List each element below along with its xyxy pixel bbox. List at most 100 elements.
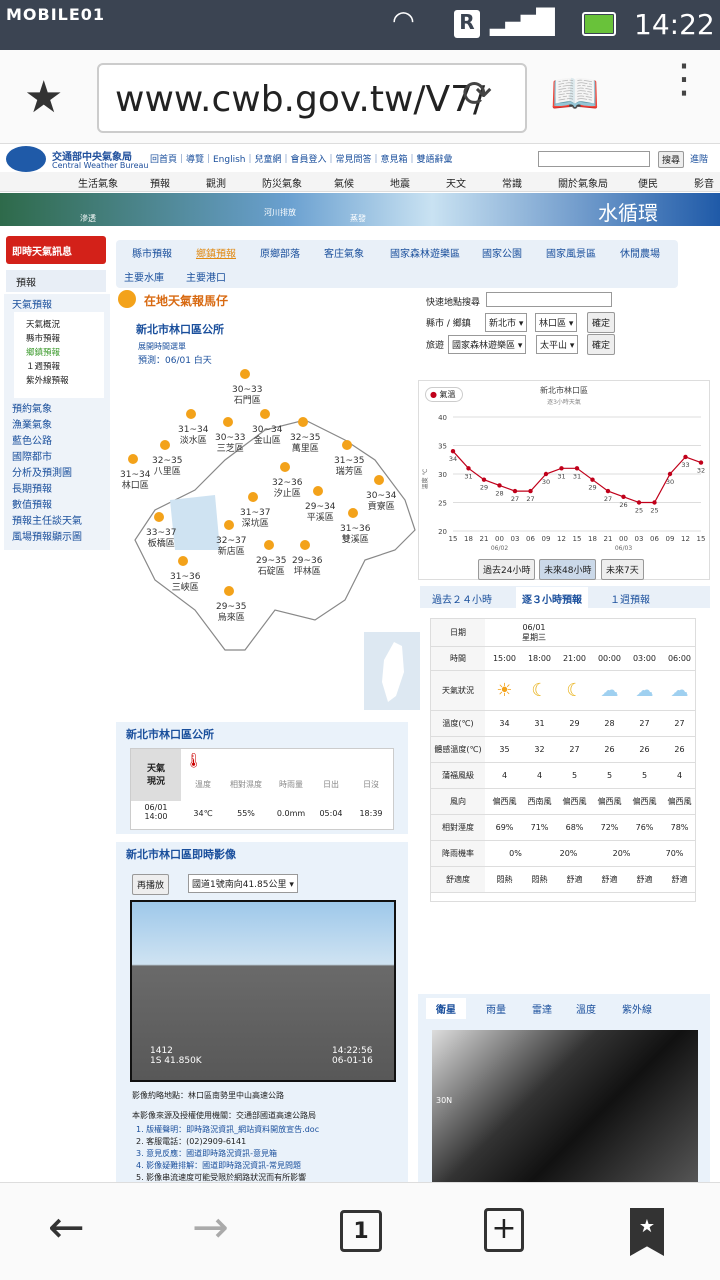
replay-button[interactable]: 再播放 — [132, 874, 170, 895]
tabs-icon[interactable]: 1 — [340, 1210, 382, 1252]
sat-tab-rain[interactable]: 雨量 — [486, 1001, 506, 1016]
sat-tab-satellite[interactable]: 衛星 — [426, 998, 466, 1019]
chart-btn-48h[interactable]: 未來48小時 — [539, 559, 597, 580]
sidebar-item[interactable]: 藍色公路 — [12, 434, 82, 450]
time-menu-toggle[interactable]: 展開時間選單 — [138, 341, 186, 352]
sidebar-item[interactable]: 國際都市 — [12, 450, 82, 466]
search-button[interactable]: 搜尋 — [658, 151, 685, 168]
quick-search-input[interactable] — [486, 292, 612, 307]
sidebar-item[interactable]: 預約氣象 — [12, 402, 82, 418]
travel-confirm-button[interactable]: 確定 — [587, 334, 616, 355]
map-district-label[interactable]: 31~36 雙溪區 — [340, 524, 370, 546]
sidebar-item[interactable]: 預報主任談天氣 — [12, 514, 82, 530]
nav-astronomy[interactable]: 天文 — [446, 175, 466, 190]
nav-observe[interactable]: 觀測 — [206, 175, 226, 190]
chart-subtitle: 逐3小時天氣 — [547, 399, 581, 406]
map-district-label[interactable]: 29~36 坪林區 — [292, 556, 322, 578]
camera-select[interactable]: 國道1號南向41.85公里 ▾ — [188, 874, 298, 893]
bookmark-star-icon[interactable]: ★ — [24, 72, 63, 123]
sat-tab-radar[interactable]: 雷達 — [532, 1001, 552, 1016]
map-district-label[interactable]: 32~37 新店區 — [216, 536, 246, 558]
chart-btn-7day[interactable]: 未來7天 — [601, 559, 644, 580]
map-district-label[interactable]: 31~34 林口區 — [120, 470, 150, 492]
tab-tribe[interactable]: 原鄉部落 — [260, 245, 300, 260]
tab-hakka[interactable]: 客庄氣象 — [324, 245, 364, 260]
new-tab-icon[interactable]: + — [484, 1208, 524, 1252]
camera-list-item[interactable]: 4. 影像疑難排解：國道即時路況資訊-常見問題 — [136, 1160, 319, 1172]
map-district-label[interactable]: 30~34 貢寮區 — [366, 491, 396, 513]
confirm-button[interactable]: 確定 — [587, 312, 616, 333]
map-district-label[interactable]: 30~33 石門區 — [232, 385, 262, 407]
camera-list-item[interactable]: 3. 意見反應：國道即時路況資訊-意見箱 — [136, 1148, 319, 1160]
sidebar-item[interactable]: 漁業氣象 — [12, 418, 82, 434]
camera-list-item[interactable]: 1. 版權聲明：即時路況資訊_網站資料開放宣告.doc — [136, 1124, 319, 1136]
nav-climate[interactable]: 氣候 — [334, 175, 354, 190]
tab-reservoir[interactable]: 主要水庫 — [124, 269, 164, 284]
forward-icon[interactable]: → — [192, 1202, 229, 1253]
forecast-cell: 26 — [674, 745, 685, 754]
sidebar-item[interactable]: 分析及預測圖 — [12, 466, 82, 482]
map-district-label[interactable]: 33~37 板橋區 — [146, 528, 176, 550]
travel-sub-select[interactable]: 太平山 ▾ — [536, 335, 579, 354]
sat-tab-uv[interactable]: 紫外線 — [622, 1001, 652, 1016]
map-district-label[interactable]: 30~34 金山區 — [252, 425, 282, 447]
sunny-icon — [298, 417, 308, 427]
nav-life[interactable]: 生活氣象 — [78, 175, 118, 190]
fc-tab-week[interactable]: １週預報 — [610, 591, 650, 606]
reader-mode-icon[interactable]: 📖 — [550, 70, 600, 117]
map-district-label[interactable]: 29~34 平溪區 — [305, 502, 335, 524]
nav-knowledge[interactable]: 常識 — [502, 175, 522, 190]
county-select[interactable]: 新北市 ▾ — [485, 313, 528, 332]
cwb-logo-icon[interactable] — [6, 146, 46, 172]
travel-select[interactable]: 國家森林遊樂區 ▾ — [448, 335, 527, 354]
sub-item[interactable]: １週預報 — [26, 360, 104, 374]
nav-forecast[interactable]: 預報 — [150, 175, 170, 190]
map-district-label[interactable]: 32~35 八里區 — [152, 456, 182, 478]
fc-tab-past[interactable]: 過去２４小時 — [432, 591, 492, 606]
tab-park[interactable]: 國家公園 — [482, 245, 522, 260]
site-search-input[interactable] — [538, 151, 650, 167]
tab-port[interactable]: 主要港口 — [186, 269, 226, 284]
map-district-label[interactable]: 31~34 淡水區 — [178, 425, 208, 447]
map-district-label[interactable]: 31~35 瑞芳區 — [334, 456, 364, 478]
tab-township[interactable]: 鄉鎮預報 — [196, 245, 236, 260]
sat-tab-temp[interactable]: 溫度 — [576, 1001, 596, 1016]
nav-disaster[interactable]: 防災氣象 — [262, 175, 302, 190]
map-district-label[interactable]: 31~37 深坑區 — [240, 508, 270, 530]
nav-about[interactable]: 關於氣象局 — [558, 175, 608, 190]
map-district-label[interactable]: 30~33 三芝區 — [215, 433, 245, 455]
sub-item-active[interactable]: 鄉鎮預報 — [26, 346, 104, 360]
map-district-label[interactable]: 32~36 汐止區 — [272, 478, 302, 500]
map-district-label[interactable]: 31~36 三峽區 — [170, 572, 200, 594]
sidebar-item[interactable]: 長期預報 — [12, 482, 82, 498]
forecast-cell: 68% — [565, 823, 584, 832]
menu-icon[interactable]: ⋮ — [664, 59, 704, 99]
sidebar-item-weather[interactable]: 天氣預報 — [12, 296, 52, 311]
fc-tab-3h[interactable]: 逐３小時預報 — [516, 587, 588, 610]
tab-county[interactable]: 縣市預報 — [132, 245, 172, 260]
map-district-label[interactable]: 32~35 萬里區 — [290, 433, 320, 455]
chart-btn-past[interactable]: 過去24小時 — [478, 559, 536, 580]
sub-item[interactable]: 紫外線預報 — [26, 374, 104, 388]
satellite-image[interactable]: 30N — [432, 1030, 698, 1182]
sidebar-item[interactable]: 數值預報 — [12, 498, 82, 514]
sub-item[interactable]: 天氣概況 — [26, 318, 104, 332]
advanced-search-link[interactable]: 進階 — [690, 152, 708, 165]
back-icon[interactable]: ← — [48, 1202, 85, 1253]
forecast-row: 蒲福風級 4 4 5 5 5 4 — [431, 763, 695, 789]
town-select[interactable]: 林口區 ▾ — [535, 313, 578, 332]
reload-icon[interactable]: ⟳ — [462, 74, 492, 115]
sub-item[interactable]: 縣市預報 — [26, 332, 104, 346]
tab-farm[interactable]: 休閒農場 — [620, 245, 660, 260]
top-links[interactable]: 回首頁｜導覽｜English｜兒童網｜會員登入｜常見問答｜意見箱｜雙語辭彙 — [150, 152, 453, 165]
nav-media[interactable]: 影音 — [694, 175, 714, 190]
map-district-label[interactable]: 29~35 石碇區 — [256, 556, 286, 578]
nav-service[interactable]: 便民 — [638, 175, 658, 190]
alert-button[interactable]: 即時天氣訊息 — [6, 236, 106, 264]
tab-forest[interactable]: 國家森林遊樂區 — [390, 245, 460, 260]
map-district-label[interactable]: 29~35 烏來區 — [216, 602, 246, 624]
sidebar-item[interactable]: 風場預報顯示圖 — [12, 530, 82, 546]
nav-earthquake[interactable]: 地震 — [390, 175, 410, 190]
tab-scenic[interactable]: 國家風景區 — [546, 245, 596, 260]
camera-image[interactable]: 1412 1S 41.850K 14:22:56 06-01-16 — [130, 900, 396, 1082]
